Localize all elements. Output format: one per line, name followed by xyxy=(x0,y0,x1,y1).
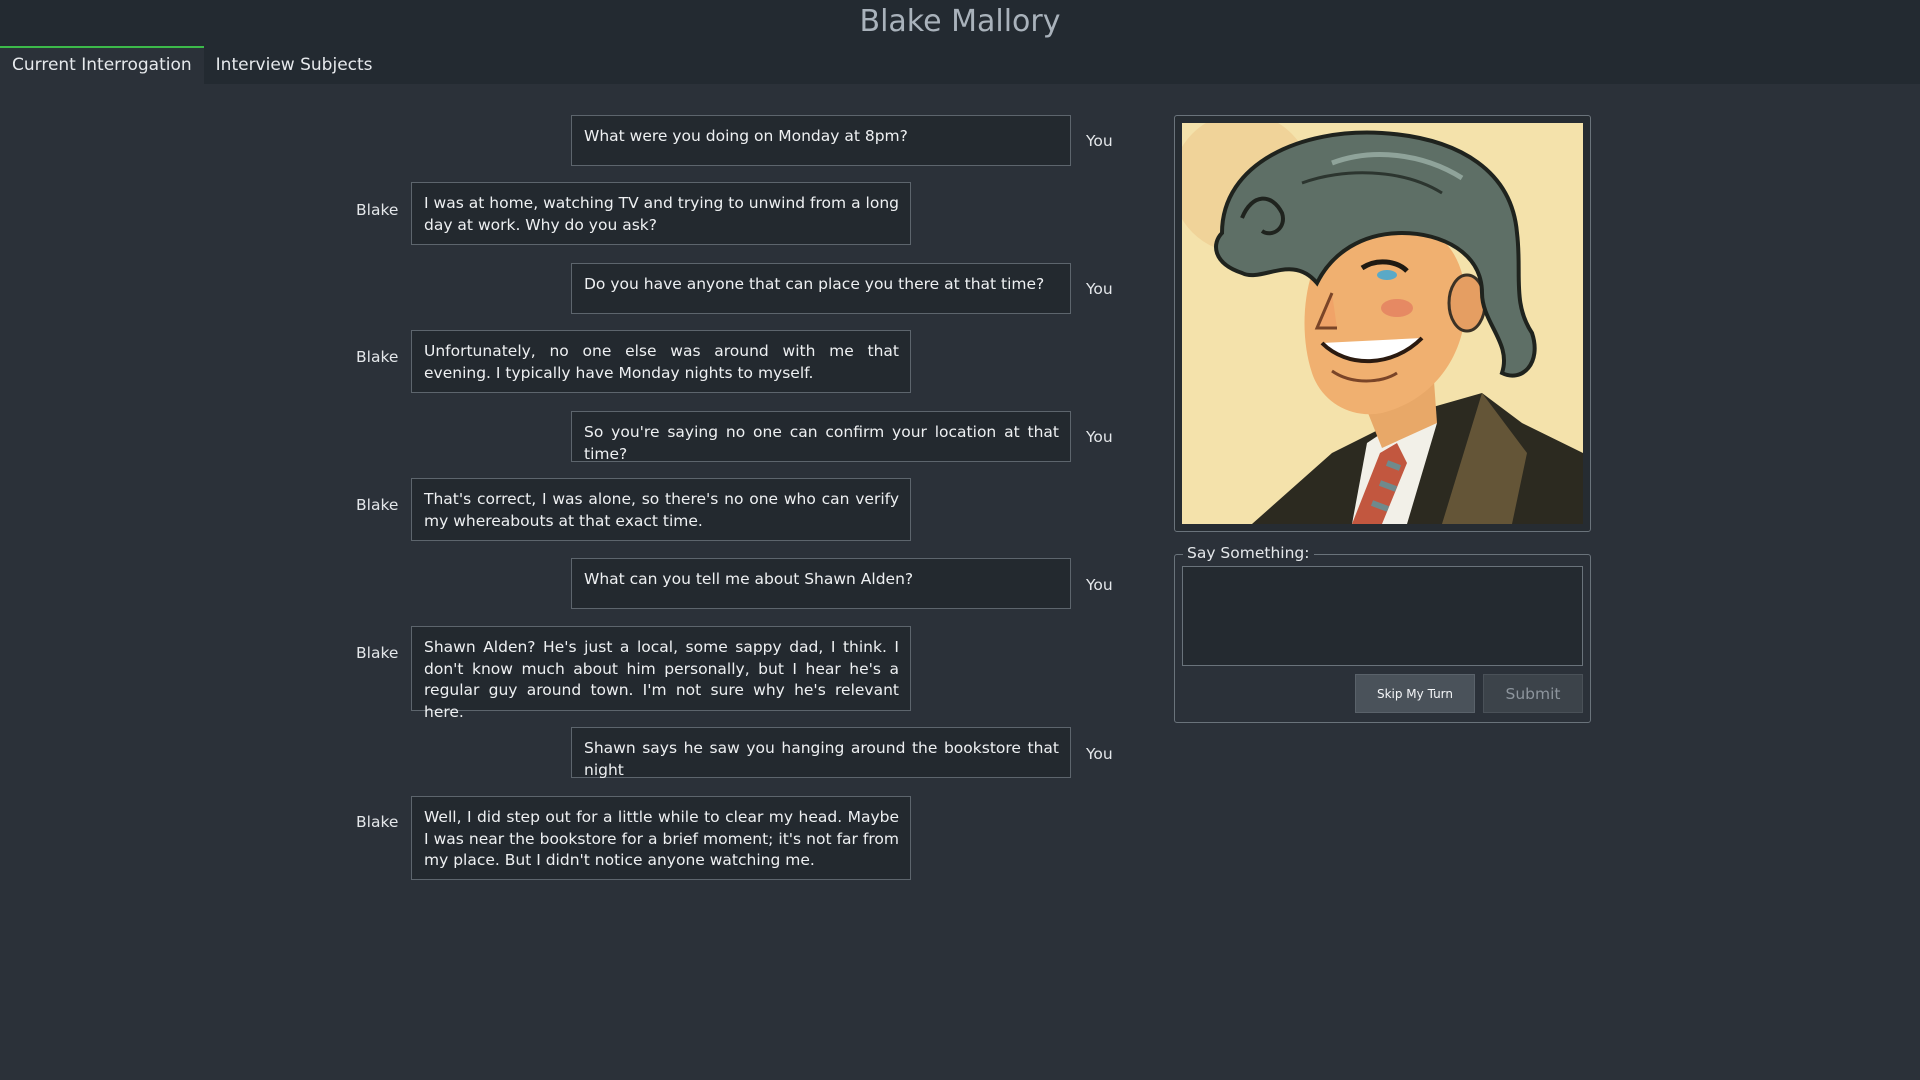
message-text: That's correct, I was alone, so there's … xyxy=(424,490,899,530)
message-you: So you're saying no one can confirm your… xyxy=(571,411,1071,463)
message-text: Well, I did step out for a little while … xyxy=(424,808,899,869)
speaker-label-you: You xyxy=(1086,576,1113,594)
portrait-panel xyxy=(1174,115,1591,532)
speaker-label-blake: Blake xyxy=(356,496,399,514)
speaker-label-blake: Blake xyxy=(356,348,399,366)
speaker-label-you: You xyxy=(1086,132,1113,150)
message-you: What were you doing on Monday at 8pm? xyxy=(571,115,1071,166)
speaker-label-blake: Blake xyxy=(356,644,399,662)
message-blake: I was at home, watching TV and trying to… xyxy=(411,182,911,245)
message-text: So you're saying no one can confirm your… xyxy=(584,423,1059,463)
message-text: What can you tell me about Shawn Alden? xyxy=(584,570,914,588)
speaker-label-you: You xyxy=(1086,745,1113,763)
say-something-label: Say Something: xyxy=(1183,544,1314,562)
message-text: What were you doing on Monday at 8pm? xyxy=(584,127,908,145)
speaker-label-you: You xyxy=(1086,280,1113,298)
message-you: Do you have anyone that can place you th… xyxy=(571,263,1071,314)
speaker-label-you: You xyxy=(1086,428,1113,446)
submit-button[interactable]: Submit xyxy=(1483,674,1583,713)
message-text: Shawn says he saw you hanging around the… xyxy=(584,739,1059,779)
message-text: Do you have anyone that can place you th… xyxy=(584,275,1045,293)
message-you: What can you tell me about Shawn Alden? xyxy=(571,558,1071,609)
say-something-panel: Say Something: Skip My Turn Submit xyxy=(1174,544,1591,723)
skip-turn-button[interactable]: Skip My Turn xyxy=(1355,674,1475,713)
message-blake: Unfortunately, no one else was around wi… xyxy=(411,330,911,393)
conversation-log: What were you doing on Monday at 8pm? Yo… xyxy=(0,0,1160,1080)
message-text: Shawn Alden? He's just a local, some sap… xyxy=(424,638,899,721)
suspect-portrait xyxy=(1182,123,1583,524)
message-blake: Well, I did step out for a little while … xyxy=(411,796,911,880)
portrait-illustration xyxy=(1182,123,1583,524)
message-blake: That's correct, I was alone, so there's … xyxy=(411,478,911,541)
message-text: Unfortunately, no one else was around wi… xyxy=(424,342,899,382)
message-blake: Shawn Alden? He's just a local, some sap… xyxy=(411,626,911,721)
speaker-label-blake: Blake xyxy=(356,813,399,831)
speaker-label-blake: Blake xyxy=(356,201,399,219)
message-you: Shawn says he saw you hanging around the… xyxy=(571,727,1071,779)
message-input[interactable] xyxy=(1182,566,1583,666)
message-text: I was at home, watching TV and trying to… xyxy=(424,194,899,234)
